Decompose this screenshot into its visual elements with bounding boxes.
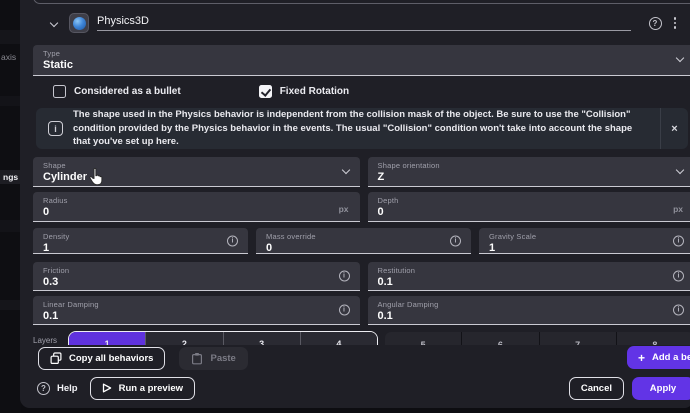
mass-override-value: 0 bbox=[266, 242, 461, 254]
depth-label: Depth bbox=[378, 196, 685, 205]
radius-value: 0 bbox=[43, 206, 350, 218]
type-select[interactable]: Type Static bbox=[33, 45, 690, 76]
fixed-rotation-checkbox-item[interactable]: Fixed Rotation bbox=[259, 85, 349, 98]
apply-label: Apply bbox=[650, 383, 676, 394]
shape-select[interactable]: Shape Cylinder bbox=[33, 157, 360, 187]
depth-unit: px bbox=[673, 204, 683, 214]
friction-input[interactable]: Friction 0.3 i bbox=[33, 262, 360, 291]
info-icon: i bbox=[673, 235, 684, 246]
shape-orientation-value: Z bbox=[378, 171, 685, 183]
shape-value: Cylinder bbox=[43, 171, 350, 183]
behavior-menu-icon[interactable] bbox=[674, 17, 677, 29]
fixed-rotation-checkbox[interactable] bbox=[259, 85, 272, 98]
gravity-scale-label: Gravity Scale bbox=[489, 232, 684, 241]
background-editor-strip: axis ngs bbox=[0, 0, 21, 413]
play-icon bbox=[102, 383, 112, 393]
linear-damping-label: Linear Damping bbox=[43, 300, 350, 309]
cancel-button[interactable]: Cancel bbox=[569, 377, 624, 400]
info-icon: i bbox=[227, 235, 238, 246]
screen: axis ngs Physics3D ? Type Static Conside… bbox=[0, 0, 690, 413]
shape-orientation-label: Shape orientation bbox=[378, 161, 685, 170]
friction-value: 0.3 bbox=[43, 276, 350, 288]
behavior-buttons-row: Copy all behaviors Paste bbox=[38, 347, 248, 370]
background-text-fragment: axis bbox=[1, 52, 16, 62]
mass-override-label: Mass override bbox=[266, 232, 461, 241]
density-label: Density bbox=[43, 232, 238, 241]
radius-label: Radius bbox=[43, 196, 350, 205]
info-icon: i bbox=[48, 121, 63, 136]
add-behavior-button[interactable]: + Add a behavior bbox=[627, 346, 690, 369]
run-preview-button[interactable]: Run a preview bbox=[90, 377, 195, 400]
linear-damping-input[interactable]: Linear Damping 0.1 i bbox=[33, 296, 360, 325]
gravity-scale-input[interactable]: Gravity Scale 1 i bbox=[479, 228, 690, 254]
restitution-label: Restitution bbox=[378, 266, 685, 275]
sphere-glyph bbox=[73, 17, 86, 30]
info-icon: i bbox=[339, 305, 350, 316]
help-label: Help bbox=[57, 383, 78, 394]
shape-info-note: i The shape used in the Physics behavior… bbox=[36, 108, 688, 149]
copy-all-behaviors-label: Copy all behaviors bbox=[69, 353, 153, 364]
background-row bbox=[0, 30, 21, 44]
density-input[interactable]: Density 1 i bbox=[33, 228, 248, 254]
close-icon[interactable]: × bbox=[660, 108, 688, 149]
bullet-checkbox-item[interactable]: Considered as a bullet bbox=[53, 85, 181, 98]
behavior-editor-dialog: Physics3D ? Type Static Considered as a … bbox=[20, 0, 690, 408]
layers-label: Layers bbox=[33, 336, 57, 345]
add-behavior-label: Add a behavior bbox=[652, 352, 690, 363]
radius-unit: px bbox=[339, 204, 349, 214]
radius-input[interactable]: Radius 0 px bbox=[33, 192, 360, 222]
collapse-chevron-icon[interactable] bbox=[50, 19, 58, 27]
mass-override-input[interactable]: Mass override 0 i bbox=[256, 228, 471, 254]
fixed-rotation-checkbox-label: Fixed Rotation bbox=[280, 86, 349, 97]
density-value: 1 bbox=[43, 242, 238, 254]
background-text-fragment: ngs bbox=[0, 170, 21, 184]
checkbox-row: Considered as a bullet Fixed Rotation bbox=[53, 85, 349, 98]
angular-damping-input[interactable]: Angular Damping 0.1 i bbox=[368, 296, 690, 325]
help-link[interactable]: ? Help bbox=[37, 382, 78, 395]
help-circle-icon: ? bbox=[37, 382, 50, 395]
background-row bbox=[0, 96, 21, 106]
apply-button[interactable]: Apply bbox=[632, 377, 690, 400]
angular-damping-label: Angular Damping bbox=[378, 300, 685, 309]
clipboard-icon bbox=[191, 352, 203, 365]
behavior-help-icon[interactable]: ? bbox=[649, 17, 662, 30]
copy-all-behaviors-button[interactable]: Copy all behaviors bbox=[38, 347, 165, 370]
friction-label: Friction bbox=[43, 266, 350, 275]
info-icon: i bbox=[673, 271, 684, 282]
angular-damping-value: 0.1 bbox=[378, 310, 685, 322]
linear-damping-value: 0.1 bbox=[43, 310, 350, 322]
dialog-footer: Copy all behaviors Paste + Add a behavio… bbox=[20, 345, 690, 408]
paste-button[interactable]: Paste bbox=[179, 347, 247, 370]
bullet-checkbox[interactable] bbox=[53, 85, 66, 98]
background-row bbox=[0, 300, 21, 310]
restitution-value: 0.1 bbox=[378, 276, 685, 288]
type-value: Static bbox=[43, 59, 684, 71]
physics3d-behavior-icon bbox=[69, 13, 89, 33]
depth-input[interactable]: Depth 0 px bbox=[368, 192, 690, 222]
info-note-text: The shape used in the Physics behavior i… bbox=[73, 108, 660, 149]
shape-orientation-select[interactable]: Shape orientation Z bbox=[368, 157, 690, 187]
copy-icon bbox=[50, 352, 62, 365]
background-row bbox=[0, 220, 21, 232]
behavior-header: Physics3D ? bbox=[51, 12, 676, 34]
paste-label: Paste bbox=[210, 353, 235, 364]
cancel-label: Cancel bbox=[581, 383, 612, 394]
restitution-input[interactable]: Restitution 0.1 i bbox=[368, 262, 690, 291]
shape-label: Shape bbox=[43, 161, 350, 170]
depth-value: 0 bbox=[378, 206, 685, 218]
dialog-actions-bar: ? Help Run a preview Cancel Apply bbox=[20, 368, 690, 408]
previous-section-edge bbox=[33, 0, 690, 4]
gravity-scale-value: 1 bbox=[489, 242, 684, 254]
info-icon: i bbox=[339, 271, 350, 282]
behavior-name-input[interactable]: Physics3D bbox=[97, 15, 631, 31]
run-preview-label: Run a preview bbox=[119, 383, 183, 394]
plus-icon: + bbox=[638, 351, 645, 365]
type-label: Type bbox=[43, 49, 684, 58]
bullet-checkbox-label: Considered as a bullet bbox=[74, 86, 181, 97]
info-icon: i bbox=[673, 305, 684, 316]
info-icon: i bbox=[450, 235, 461, 246]
